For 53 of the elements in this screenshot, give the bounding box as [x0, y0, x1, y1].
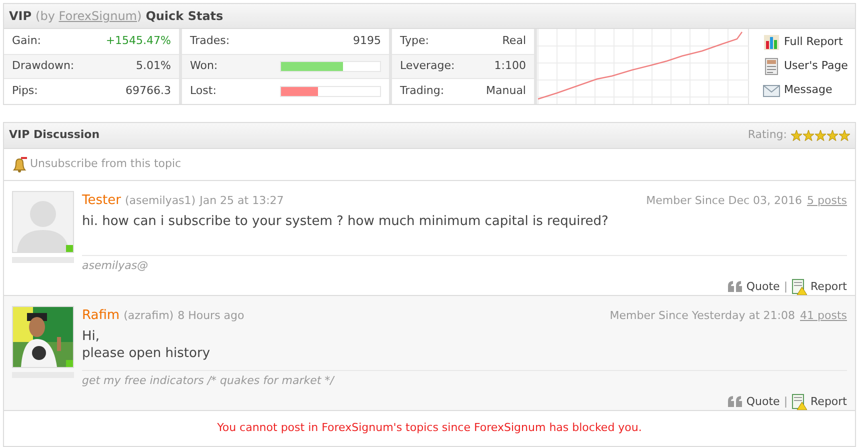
star-icon	[791, 130, 802, 141]
bar-chart-icon	[764, 35, 779, 50]
sidebar-link[interactable]: User's Page	[763, 57, 855, 76]
panel-title: VIP	[9, 8, 32, 25]
member-since: Member Since Dec 03, 2016	[646, 192, 802, 208]
bell-icon	[12, 156, 27, 172]
stat-value: 5.01%	[136, 58, 171, 74]
stat-value: 9195	[353, 33, 381, 50]
message-text: please open history	[82, 344, 212, 362]
star-icon	[803, 130, 814, 141]
blocked-notice: You cannot post in ForexSignum's topics since ForexSignum has blocked you.	[217, 420, 642, 436]
quote-icon	[728, 396, 742, 408]
report-link[interactable]: Report	[792, 394, 847, 410]
stat-label: Type:	[400, 33, 429, 50]
stat-value: +1545.47%	[106, 33, 171, 50]
stat-label: Pips:	[12, 83, 38, 100]
quote-link[interactable]: Quote	[728, 394, 780, 410]
stat-label: Won:	[190, 58, 218, 74]
stat-label: Trading:	[400, 83, 444, 100]
signature-text: asemilyas@	[82, 255, 847, 274]
action-separator: |	[784, 278, 788, 295]
star-icon	[827, 130, 838, 141]
stat-value: 69766.3	[126, 83, 171, 100]
rating-label: Rating:	[748, 127, 787, 144]
username: (azrafim)	[124, 308, 174, 324]
stat-label: Lost:	[190, 83, 216, 100]
panel-title: Quick Stats	[146, 8, 224, 25]
member-since: Member Since Yesterday at 21:08	[610, 308, 796, 324]
action-separator: |	[784, 394, 788, 410]
stat-label: Trades:	[190, 33, 230, 50]
post-time: Jan 25 at 13:27	[200, 193, 284, 209]
owner-credit: (by ForexSignum)	[36, 8, 142, 25]
message-text: hi. how can i subscribe to your system ? how much minimum capital is required?	[82, 212, 610, 230]
post-time: 8 Hours ago	[178, 308, 244, 324]
sidebar-link[interactable]: Message	[763, 81, 855, 100]
star-icon	[839, 130, 850, 141]
stat-value: Real	[502, 33, 526, 50]
stat-value: Manual	[486, 83, 526, 100]
sidebar-link[interactable]: Full Report	[763, 33, 855, 52]
section-title: VIP Discussion	[9, 127, 100, 144]
stat-value: 1:100	[494, 58, 526, 74]
quote-link[interactable]: Quote	[728, 278, 780, 295]
signature-text: get my free indicators /* quakes for market */	[82, 370, 847, 390]
document-icon	[765, 58, 778, 75]
stat-label: Drawdown:	[12, 58, 74, 74]
message-text: Hi,	[82, 328, 101, 344]
quote-icon	[728, 281, 742, 292]
stat-label: Leverage:	[400, 58, 455, 74]
envelope-icon	[763, 84, 780, 96]
star-icon	[815, 130, 826, 141]
username: (asemilyas1)	[124, 193, 196, 209]
report-link[interactable]: Report	[792, 278, 847, 295]
stat-label: Gain:	[12, 33, 41, 50]
